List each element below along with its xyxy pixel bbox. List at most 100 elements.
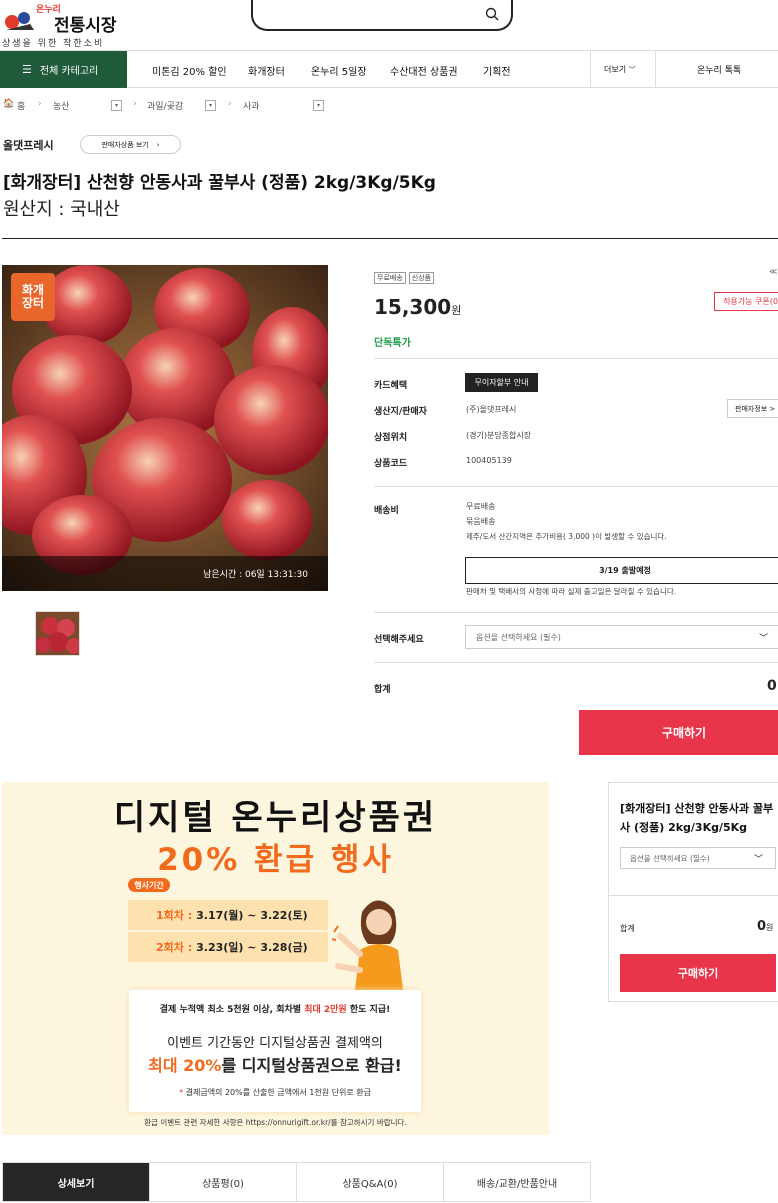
- search-icon[interactable]: [485, 7, 499, 21]
- side-buy-button[interactable]: 구매하기: [620, 954, 776, 992]
- chevron-right-icon: ›: [156, 140, 160, 149]
- price-unit: 원: [451, 304, 462, 317]
- product-tags: 무료배송 신상품: [374, 265, 437, 284]
- condition-line: 결제 누적액 최소 5천원 이상, 회차별 최대 2만원 한도 지급!: [129, 1002, 421, 1015]
- seller-products-label: 판매자상품 보기: [101, 140, 149, 149]
- side-option-select[interactable]: 옵션을 선택하세요 (필수) ﹀: [620, 847, 776, 869]
- breadcrumb-dropdown-1[interactable]: ▾: [111, 100, 122, 111]
- nav-item-2[interactable]: 화개장터: [248, 63, 285, 78]
- cond-a: 결제 누적액 최소 5천원 이상, 회차별: [159, 1005, 305, 1015]
- tag-free-shipping: 무료배송: [374, 272, 406, 284]
- nav-more[interactable]: 더보기 ﹀: [604, 64, 636, 75]
- remaining-time-text: 남은시간 : 06일 13:31:30: [203, 570, 308, 580]
- event-line-2-highlight: 최대 20%: [148, 1056, 222, 1075]
- title-divider: [2, 238, 778, 239]
- home-icon[interactable]: 🏠: [3, 99, 14, 109]
- side-product-title: [화개장터] 산천향 안동사과 꿀부사 (정품) 2kg/3Kg/5Kg: [620, 802, 774, 834]
- tab-reviews[interactable]: 상품평(0): [150, 1163, 297, 1201]
- all-category-button[interactable]: ☰ 전체 카테고리: [0, 51, 127, 88]
- product-code-label: 상품코드: [374, 459, 408, 469]
- tab-qna[interactable]: 상품Q&A(0): [297, 1163, 444, 1201]
- total-label: 합계: [374, 685, 391, 695]
- promo-banner[interactable]: 디지털 온누리상품권 20% 환급 행사 행사기간 1회차 :3.17(월) ~…: [2, 782, 549, 1135]
- breadcrumb-cat2[interactable]: 과일/곶감: [147, 99, 183, 112]
- product-title: [화개장터] 산천향 안동사과 꿀부사 (정품) 2kg/3Kg/5Kg: [3, 173, 436, 193]
- divider: [374, 358, 778, 359]
- breadcrumb-sep: ›: [38, 99, 42, 109]
- product-code-value: 100405139: [466, 456, 512, 465]
- shipping-line-2: 묶음배송: [466, 517, 496, 526]
- seller-name[interactable]: 올댓프레시: [3, 137, 54, 153]
- event-line-2-rest: 를 디지털상품권으로 환급!: [221, 1056, 402, 1075]
- seller-value: (주)올댓프레시: [466, 405, 517, 414]
- nav-item-1[interactable]: 미톤김 20% 할인: [152, 63, 227, 78]
- option-select[interactable]: 옵션을 선택하세요 (필수) ﹀: [465, 625, 778, 649]
- nav-talk[interactable]: 온누리 톡톡: [697, 63, 741, 76]
- site-logo[interactable]: 온누리 전통시장 상생을 위한 착한소비: [2, 2, 122, 49]
- product-image[interactable]: 화개 장터 남은시간 : 06일 13:31:30: [2, 265, 328, 591]
- round-1-dates: 3.17(월) ~ 3.22(토): [196, 909, 308, 922]
- shipping-line-3: 제주/도서 산간지역은 추가비용( 3,000 )이 발생할 수 있습니다.: [466, 532, 667, 541]
- nav-item-4[interactable]: 수산대전 상품권: [390, 63, 458, 78]
- breadcrumb-dropdown-2[interactable]: ▾: [205, 100, 216, 111]
- round-2: 2회차 :3.23(일) ~ 3.28(금): [128, 932, 328, 962]
- chevron-down-icon: ﹀: [628, 66, 636, 74]
- breadcrumb-cat3[interactable]: 사과: [243, 99, 260, 112]
- side-purchase-box: [화개장터] 산천향 안동사과 꿀부사 (정품) 2kg/3Kg/5Kg 옵션을…: [608, 782, 778, 1002]
- seller-info-button[interactable]: 판매자정보 >: [727, 399, 778, 418]
- banner-title-2: 20% 환급 행사: [157, 842, 394, 878]
- divider: [609, 895, 778, 896]
- product-thumbnail[interactable]: [35, 611, 80, 656]
- side-total: 0원: [757, 919, 773, 934]
- remaining-time: 남은시간 : 06일 13:31:30: [2, 556, 328, 591]
- nav-item-3[interactable]: 온누리 5일장: [311, 63, 367, 78]
- search-input[interactable]: [251, 0, 513, 31]
- divider: [374, 662, 778, 663]
- round-1: 1회차 :3.17(월) ~ 3.22(토): [128, 900, 328, 930]
- tab-detail[interactable]: 상세보기: [3, 1163, 150, 1201]
- breadcrumb-cat1[interactable]: 농산: [53, 99, 70, 112]
- shipping-line-1: 무료배송: [466, 502, 496, 511]
- option-select-value: 옵션을 선택하세요 (필수): [476, 632, 561, 642]
- breadcrumb-sep: ›: [133, 99, 137, 109]
- card-benefit-label: 카드혜택: [374, 381, 408, 391]
- side-option-value: 옵션을 선택하세요 (필수): [630, 853, 710, 863]
- cond-c: 한도 지급!: [346, 1005, 391, 1015]
- all-category-label: 전체 카테고리: [39, 66, 99, 77]
- coupon-button[interactable]: 적용가능 쿠폰(0): [714, 292, 778, 311]
- share-icon[interactable]: ≪: [769, 267, 777, 276]
- tag-new: 신상품: [408, 272, 435, 284]
- nav-divider: [590, 51, 591, 88]
- total-value: 0: [767, 678, 777, 694]
- round-2-label: 2회차 :: [156, 941, 193, 954]
- ship-note: 판매처 및 택배사의 사정에 따라 실제 출고일은 달라질 수 있습니다.: [466, 587, 677, 596]
- event-note: * 결제금액의 20%를 산출한 금액에서 1천원 단위로 환급: [179, 1088, 371, 1097]
- event-line-2: 최대 20%를 디지털상품권으로 환급!: [129, 1052, 421, 1076]
- page: { "header": { "logo_small": "온누리", "logo…: [0, 0, 778, 1203]
- side-total-unit: 원: [766, 923, 774, 932]
- logo-main-text: 전통시장: [54, 16, 117, 36]
- divider: [374, 486, 778, 487]
- chevron-down-icon: ﹀: [758, 634, 768, 644]
- store-location-value: (경기)분당종합시장: [466, 431, 532, 440]
- breadcrumb-dropdown-3[interactable]: ▾: [313, 100, 324, 111]
- nav-item-5[interactable]: 기획전: [483, 63, 511, 78]
- shipping-label: 배송비: [374, 506, 399, 516]
- menu-icon: ☰: [22, 63, 32, 76]
- round-1-label: 1회차 :: [156, 909, 193, 922]
- tab-shipping[interactable]: 배송/교환/반품안내: [444, 1163, 590, 1201]
- buy-button[interactable]: 구매하기: [579, 710, 778, 755]
- product-origin: 원산지 : 국내산: [3, 199, 120, 220]
- breadcrumb-home[interactable]: 홈: [17, 99, 25, 112]
- thumbnail-apples-image: [36, 617, 79, 654]
- seller-products-button[interactable]: 판매자상품 보기 ›: [80, 135, 181, 154]
- nav-divider: [655, 51, 656, 88]
- store-location-label: 상점위치: [374, 433, 408, 443]
- installment-button[interactable]: 무이자할부 안내: [465, 373, 538, 392]
- side-total-value: 0: [757, 919, 767, 934]
- side-total-label: 합계: [620, 924, 635, 933]
- period-tag: 행사기간: [128, 878, 170, 892]
- product-price: 15,300원: [374, 295, 461, 319]
- round-2-dates: 3.23(일) ~ 3.28(금): [196, 941, 308, 954]
- logo-slogan: 상생을 위한 착한소비: [2, 39, 105, 49]
